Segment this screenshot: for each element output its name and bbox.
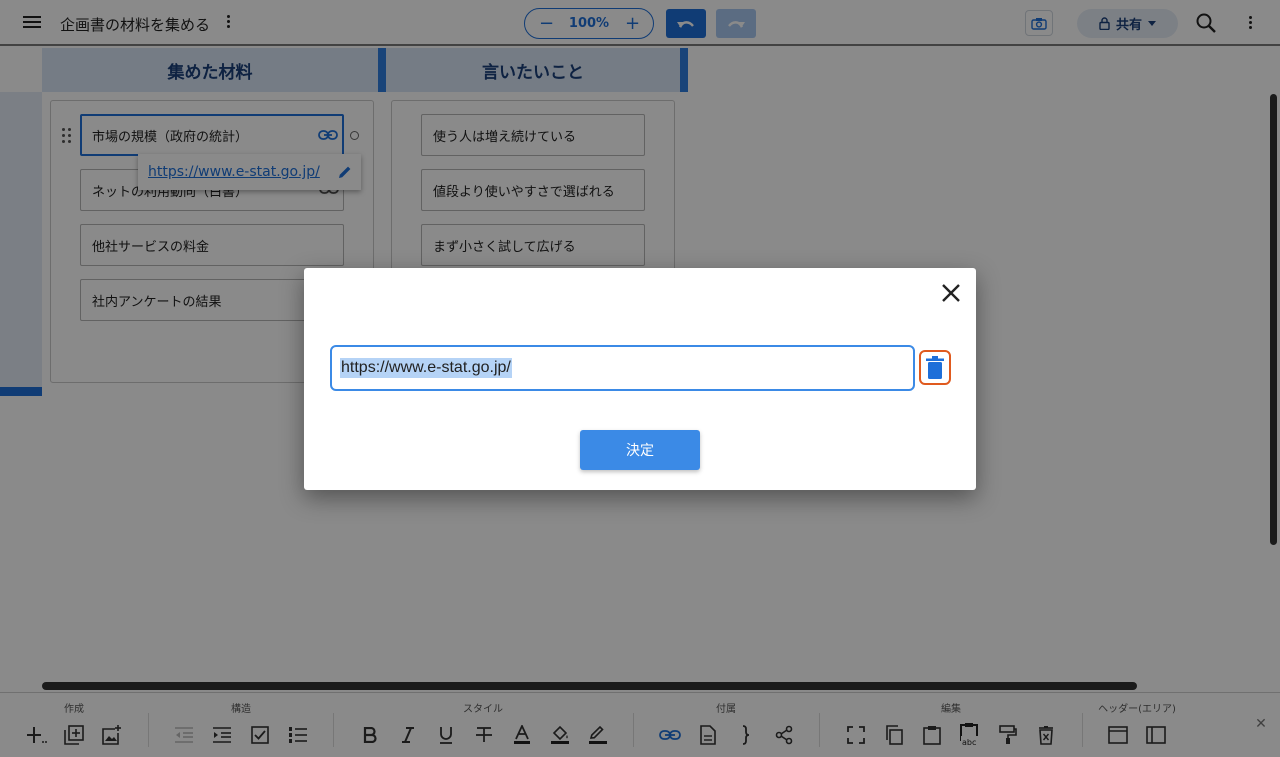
- url-input[interactable]: https://www.e-stat.go.jp/: [330, 345, 915, 391]
- url-input-value: https://www.e-stat.go.jp/: [340, 358, 512, 378]
- confirm-button[interactable]: 決定: [580, 430, 700, 470]
- link-edit-dialog: https://www.e-stat.go.jp/ 決定: [304, 268, 976, 490]
- delete-link-button[interactable]: [919, 350, 951, 385]
- trash-icon: [926, 355, 944, 379]
- close-icon[interactable]: [940, 282, 962, 304]
